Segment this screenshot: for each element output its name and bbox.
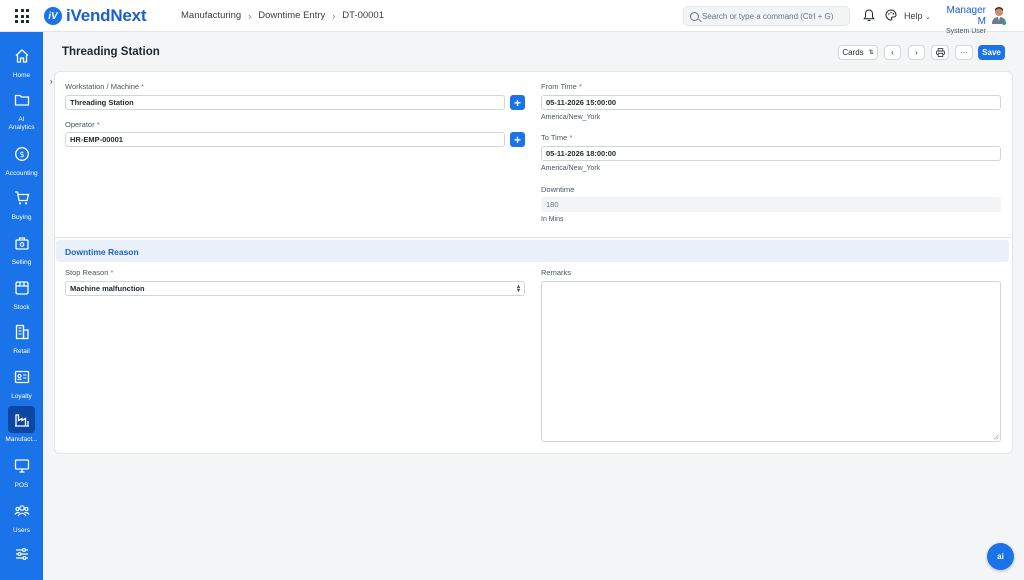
online-status-dot [1002, 21, 1006, 25]
stop-reason-label: Stop Reason * [65, 268, 114, 277]
prev-record-button[interactable]: ‹ [884, 45, 901, 60]
user-role: System User [945, 28, 986, 35]
chevron-left-icon: ‹ [891, 48, 894, 57]
ai-assistant-button[interactable]: ai [987, 543, 1014, 570]
sidebar-item-label: POS [14, 482, 29, 489]
sidebar-item-accounting[interactable]: $ Accounting [0, 140, 43, 178]
print-button[interactable] [931, 45, 949, 60]
to-time-timezone: America/New_York [541, 165, 601, 172]
sidebar-item-home[interactable]: Home [0, 42, 43, 80]
plus-icon: + [513, 132, 521, 147]
plus-icon: + [513, 95, 521, 110]
downtime-field: 180 [541, 197, 1001, 212]
sidebar-item-label: Manufact... [5, 436, 38, 443]
top-navbar: iV iVendNext Manufacturing › Downtime En… [0, 0, 1024, 35]
breadcrumb-item-downtime-entry[interactable]: Downtime Entry [258, 10, 325, 21]
sidebar-item-settings[interactable] [0, 540, 43, 567]
search-input[interactable]: Search or type a command (Ctrl + G) [683, 6, 850, 26]
folder-icon [14, 94, 29, 106]
sidebar-item-label: Buying [11, 214, 32, 221]
to-time-field[interactable]: 05-11-2026 18:00:00 [541, 146, 1001, 161]
sidebar-item-label: AI Analytics [8, 116, 35, 131]
breadcrumb-item-doc[interactable]: DT-00001 [342, 10, 384, 21]
section-header[interactable] [56, 240, 1009, 262]
sidebar-item-loyalty[interactable]: Loyalty [0, 363, 43, 401]
sidebar: Home AI Analytics $ Accounting Buying Sel… [0, 32, 43, 580]
sidebar-item-label: Loyalty [11, 393, 32, 400]
sidebar-item-label: Accounting [5, 170, 38, 177]
sidebar-item-ai-analytics[interactable]: AI Analytics [0, 86, 43, 132]
to-time-label: To Time * [541, 133, 573, 142]
home-icon [15, 48, 28, 63]
chevron-right-icon: › [332, 10, 336, 21]
monitor-icon [14, 458, 29, 473]
chevron-updown-icon: ⇅ [868, 50, 874, 56]
downtime-unit-hint: In Mins [541, 216, 564, 223]
sidebar-item-label: Stock [13, 304, 30, 311]
more-icon: ··· [960, 48, 968, 57]
chevron-right-icon: › [248, 10, 252, 21]
sidebar-item-label: Home [12, 72, 31, 79]
dollar-icon: $ [14, 146, 29, 161]
more-actions-button[interactable]: ··· [955, 45, 973, 60]
users-icon [13, 504, 30, 516]
from-time-label: From Time * [541, 82, 582, 91]
breadcrumb-item-manufacturing[interactable]: Manufacturing [181, 10, 241, 21]
chevron-updown-icon: ▴ ▾ [516, 284, 520, 294]
from-time-field[interactable]: 05-11-2026 15:00:00 [541, 95, 1001, 110]
sidebar-item-stock[interactable]: Stock [0, 274, 43, 312]
sidebar-item-label: Selling [11, 259, 32, 266]
save-button[interactable]: Save [978, 45, 1005, 60]
app-logo[interactable]: iV iVendNext [44, 6, 147, 26]
search-icon [690, 11, 699, 21]
sidebar-item-retail[interactable]: Retail [0, 318, 43, 356]
sidebar-item-selling[interactable]: Selling [0, 229, 43, 267]
app-grid-icon[interactable] [15, 9, 29, 23]
settings-sliders-icon [15, 547, 28, 560]
printer-icon [935, 48, 945, 57]
search-placeholder: Search or type a command (Ctrl + G) [702, 11, 834, 21]
page-title: Threading Station [62, 46, 160, 58]
sidebar-item-users[interactable]: Users [0, 497, 43, 535]
chevron-down-icon: ⌄ [925, 14, 931, 21]
add-workstation-button[interactable]: + [510, 95, 525, 110]
workstation-field[interactable]: Threading Station [65, 95, 505, 110]
palette-icon[interactable] [885, 9, 897, 21]
chevron-right-icon: › [915, 48, 918, 57]
user-menu[interactable]: Manager M System User [942, 5, 986, 36]
logo-mark-icon: iV [44, 7, 62, 25]
section-divider [55, 237, 1012, 238]
section-title: Downtime Reason [65, 247, 139, 257]
next-record-button[interactable]: › [908, 45, 925, 60]
stop-reason-select[interactable]: Machine malfunction ▴ ▾ [65, 281, 525, 296]
retail-icon [15, 324, 29, 339]
operator-label: Operator * [65, 120, 100, 129]
help-menu[interactable]: Help ⌄ [904, 11, 931, 21]
box-icon [14, 280, 29, 295]
factory-icon [14, 413, 29, 427]
operator-field[interactable]: HR-EMP-00001 [65, 132, 505, 147]
downtime-label: Downtime [541, 185, 575, 194]
sidebar-item-manufacturing[interactable]: Manufact... [0, 406, 43, 444]
app-name: iVendNext [66, 6, 147, 25]
svg-text:$: $ [19, 150, 24, 159]
breadcrumb: Manufacturing › Downtime Entry › DT-0000… [181, 10, 384, 21]
sidebar-item-buying[interactable]: Buying [0, 184, 43, 222]
selling-icon [14, 236, 29, 250]
cart-icon [14, 190, 29, 204]
view-select[interactable]: Cards ⇅ [838, 45, 878, 60]
workstation-label: Workstation / Machine * [65, 82, 145, 91]
remarks-label: Remarks [541, 268, 572, 277]
remarks-textarea[interactable] [541, 281, 1001, 442]
sidebar-item-pos[interactable]: POS [0, 452, 43, 490]
sidebar-item-label: Users [13, 527, 30, 534]
loyalty-icon [14, 370, 29, 383]
chevron-right-icon[interactable]: › [50, 77, 53, 86]
from-time-timezone: America/New_York [541, 114, 601, 121]
resize-handle-icon[interactable] [993, 434, 999, 440]
bell-icon[interactable] [863, 9, 875, 22]
sidebar-item-label: Retail [13, 348, 30, 355]
add-operator-button[interactable]: + [510, 132, 525, 147]
user-name: Manager M [946, 5, 986, 27]
